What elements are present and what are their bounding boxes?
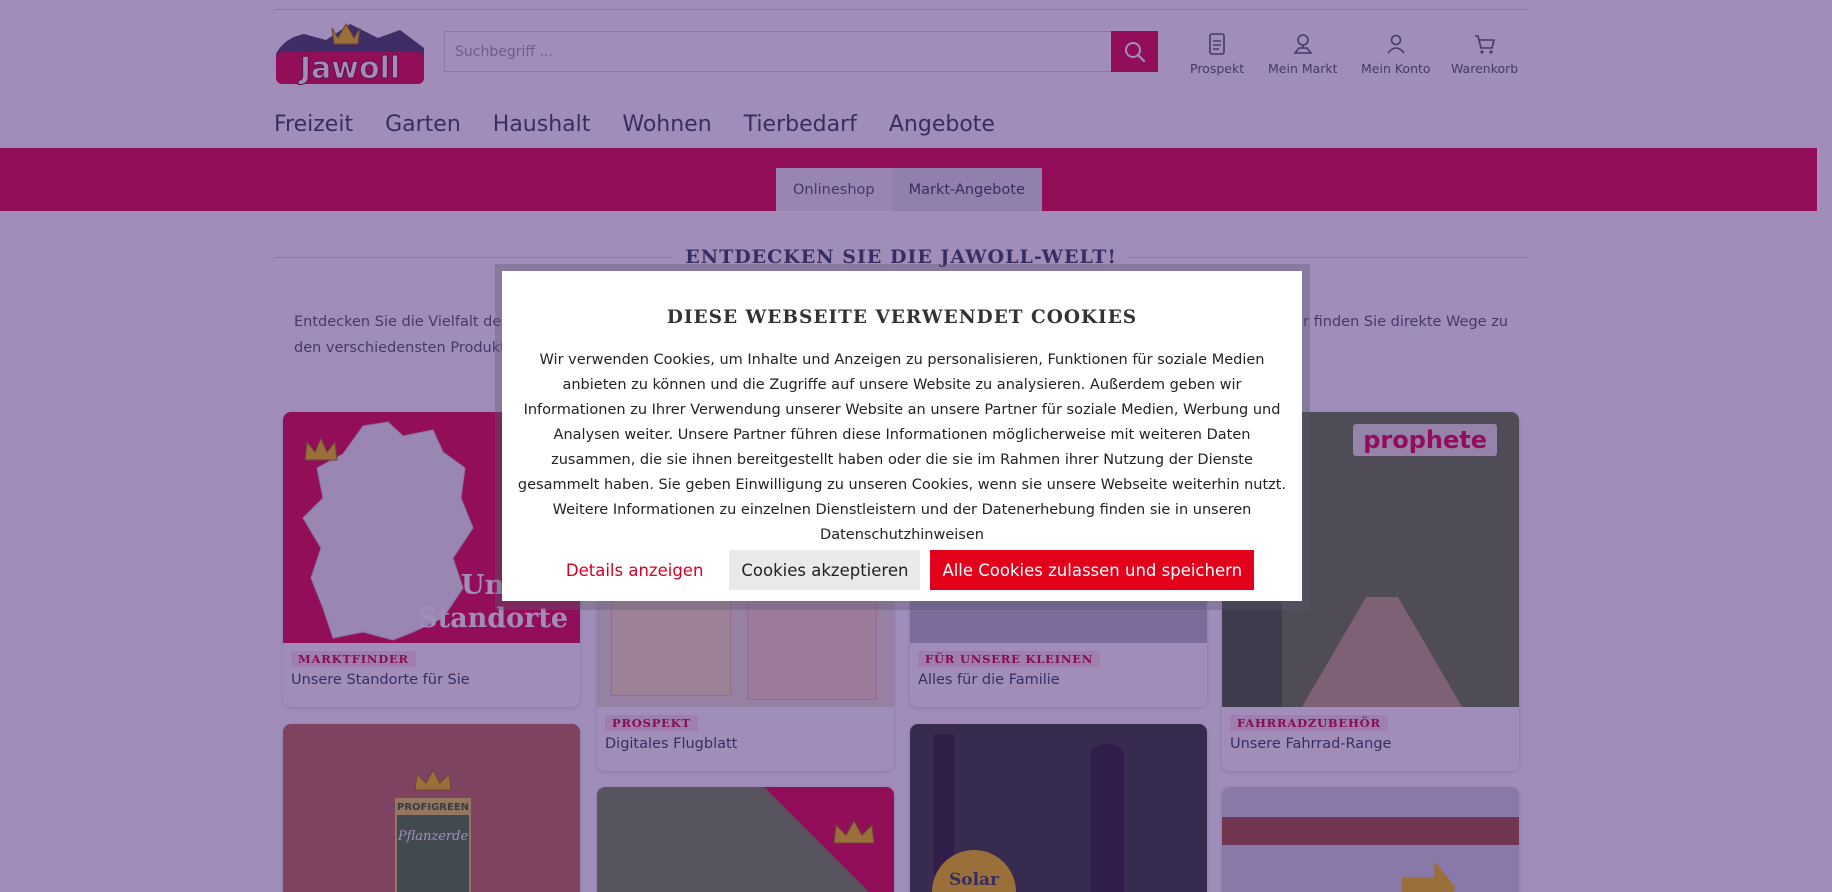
accept-all-cookies-button[interactable]: Alle Cookies zulassen und speichern [930,550,1255,590]
cookie-dialog-buttons: Details anzeigen Cookies akzeptieren All… [502,550,1302,590]
details-button[interactable]: Details anzeigen [549,550,720,590]
cookie-dialog: DIESE WEBSEITE VERWENDET COOKIES Wir ver… [502,271,1302,601]
cookie-dialog-title: DIESE WEBSEITE VERWENDET COOKIES [666,307,1138,328]
cookie-dialog-text: Wir verwenden Cookies, um Inhalte und An… [517,352,1287,543]
privacy-policy-link[interactable]: Datenschutzhinweisen [820,527,984,543]
accept-cookies-button[interactable]: Cookies akzeptieren [729,550,921,590]
